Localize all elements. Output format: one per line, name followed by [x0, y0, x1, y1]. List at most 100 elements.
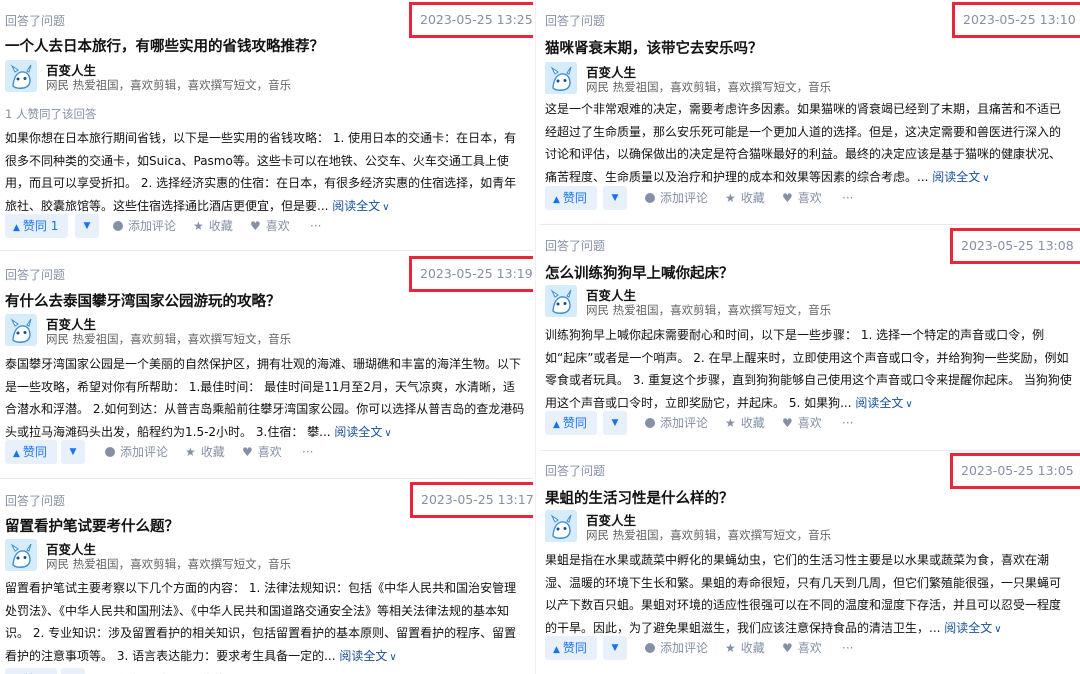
right-feed-column: 回答了问题 2023-05-25 13:10 猫咪肾衰末期，该带它去安乐吗？ 百…: [540, 0, 1080, 674]
avatar[interactable]: [5, 60, 37, 92]
more-options-button[interactable]: ···: [842, 186, 853, 210]
answer-excerpt[interactable]: 果蛆是指在水果或蔬菜中孵化的果蝇幼虫，它们的生活习性主要是以水果或蔬菜为食，喜欢…: [545, 549, 1072, 641]
answer-excerpt[interactable]: 泰国攀牙湾国家公园是一个美丽的自然保护区，拥有壮观的海滩、珊瑚礁和丰富的海洋生物…: [5, 353, 525, 445]
star-icon: ★: [185, 445, 196, 459]
heart-icon: ♥: [782, 191, 793, 205]
card-divider: [0, 250, 533, 251]
question-title[interactable]: 怎么训练狗狗早上喊你起床？: [545, 262, 1072, 283]
answered-label: 回答了问题: [5, 14, 66, 28]
downvote-button[interactable]: ▼: [61, 668, 85, 674]
answer-card: 回答了问题 2023-05-25 13:17 留置看护笔试要考什么题？ 百变人生…: [0, 482, 533, 674]
collect-label: 收藏: [740, 191, 765, 205]
author-info: 百变人生 网民 热爱祖国，喜欢剪辑，喜欢撰写短文，音乐: [545, 285, 1072, 319]
avatar[interactable]: [5, 539, 37, 571]
left-feed-column: 回答了问题 2023-05-25 13:25 一个人去日本旅行，有哪些实用的省钱…: [0, 0, 533, 674]
author-info: 百变人生 网民 热爱祖国，喜欢剪辑，喜欢撰写短文，音乐: [5, 60, 525, 94]
downvote-button[interactable]: ▼: [603, 636, 627, 660]
collect-button[interactable]: ★收藏: [185, 440, 225, 464]
answered-label: 回答了问题: [545, 239, 606, 253]
comment-icon: [645, 193, 655, 203]
more-options-button[interactable]: ···: [302, 440, 313, 464]
downvote-button[interactable]: ▼: [603, 411, 627, 435]
comment-button[interactable]: 添加评论: [113, 214, 176, 238]
more-options-button[interactable]: ···: [842, 411, 853, 435]
question-title[interactable]: 一个人去日本旅行，有哪些实用的省钱攻略推荐？: [5, 35, 525, 56]
upvote-button[interactable]: ▲赞同: [5, 440, 57, 464]
answer-excerpt[interactable]: 这是一个非常艰难的决定，需要考虑许多因素。如果猫咪的肾衰竭已经到了末期，且痛苦和…: [545, 98, 1072, 188]
question-title[interactable]: 留置看护笔试要考什么题？: [5, 515, 525, 536]
read-more-link[interactable]: 阅读全文 ∨: [332, 199, 389, 213]
comment-button[interactable]: 添加评论: [645, 186, 708, 210]
comment-button[interactable]: 添加评论: [105, 440, 168, 464]
comment-icon: [113, 221, 123, 231]
like-button[interactable]: ♥ 喜欢: [250, 214, 290, 238]
read-more-label: 阅读全文: [332, 198, 381, 213]
timestamp: 2023-05-25 13:10: [952, 2, 1080, 38]
read-more-link[interactable]: 阅读全文 ∨: [932, 170, 989, 184]
comment-button[interactable]: 添加评论: [645, 636, 708, 660]
downvote-triangle-icon: ▼: [83, 221, 91, 231]
excerpt-text: 如果你想在日本旅行期间省钱，以下是一些实用的省钱攻略： 1. 使用日本的交通卡：…: [5, 131, 517, 213]
chevron-down-icon: ∨: [982, 172, 990, 184]
answered-label: 回答了问题: [5, 268, 66, 282]
downvote-button[interactable]: ▼: [61, 440, 85, 464]
action-bar: ▲ 赞同 1 ▼ 添加评论 ★ 收藏 ♥ 喜欢 ···: [5, 214, 525, 238]
author-info: 百变人生 网民 热爱祖国，喜欢剪辑，喜欢撰写短文，音乐: [545, 62, 1072, 96]
avatar[interactable]: [5, 314, 37, 346]
timestamp: 2023-05-25 13:17: [410, 482, 533, 518]
upvote-button[interactable]: ▲赞同: [5, 668, 57, 674]
answer-excerpt[interactable]: 如果你想在日本旅行期间省钱，以下是一些实用的省钱攻略： 1. 使用日本的交通卡：…: [5, 127, 525, 219]
question-title[interactable]: 有什么去泰国攀牙湾国家公园游玩的攻略？: [5, 290, 525, 311]
collect-button[interactable]: ★收藏: [725, 186, 765, 210]
read-more-label: 阅读全文: [932, 169, 981, 184]
like-button[interactable]: ♥ 喜欢: [242, 440, 282, 464]
read-more-link[interactable]: 阅读全文 ∨: [855, 396, 912, 410]
question-title[interactable]: 果蛆的生活习性是什么样的？: [545, 487, 1072, 508]
avatar[interactable]: [545, 285, 577, 317]
comment-button[interactable]: 添加评论: [645, 411, 708, 435]
upvote-button[interactable]: ▲赞同: [545, 411, 597, 435]
answer-excerpt[interactable]: 训练狗狗早上喊你起床需要耐心和时间，以下是一些步骤： 1. 选择一个特定的声音或…: [545, 324, 1072, 416]
downvote-button[interactable]: ▼: [75, 214, 99, 238]
like-button[interactable]: ♥ 喜欢: [782, 186, 822, 210]
collect-button[interactable]: ★收藏: [193, 214, 233, 238]
like-button[interactable]: ♥ 喜欢: [782, 411, 822, 435]
star-icon: ★: [725, 416, 736, 430]
upvote-triangle-icon: ▲: [13, 223, 20, 233]
card-divider: [540, 224, 1080, 225]
upvote-label: 赞同: [562, 641, 587, 655]
answer-excerpt[interactable]: 留置看护笔试主要考察以下几个方面的内容： 1. 法律法规知识：包括《中华人民共和…: [5, 577, 525, 667]
more-options-icon: ···: [842, 191, 854, 205]
like-button[interactable]: ♥ 喜欢: [782, 636, 822, 660]
star-icon: ★: [193, 219, 204, 233]
upvote-button[interactable]: ▲ 赞同 1: [5, 214, 69, 238]
answer-card: 回答了问题 2023-05-25 13:25 一个人去日本旅行，有哪些实用的省钱…: [0, 0, 533, 246]
answer-card: 回答了问题 2023-05-25 13:08 怎么训练狗狗早上喊你起床？ 百变人…: [540, 228, 1080, 448]
like-label: 喜欢: [797, 416, 822, 430]
read-more-label: 阅读全文: [334, 424, 383, 439]
avatar[interactable]: [545, 510, 577, 542]
upvote-button[interactable]: ▲赞同: [545, 186, 597, 210]
downvote-button[interactable]: ▼: [603, 186, 627, 210]
comment-button[interactable]: 添加评论: [105, 668, 168, 674]
answered-label: 回答了问题: [545, 464, 606, 478]
chevron-down-icon: ∨: [389, 651, 397, 663]
read-more-link[interactable]: 阅读全文 ∨: [339, 649, 396, 663]
question-title[interactable]: 猫咪肾衰末期，该带它去安乐吗？: [545, 37, 1072, 58]
more-options-button[interactable]: ···: [842, 636, 853, 660]
collect-button[interactable]: ★收藏: [725, 411, 765, 435]
upvote-button[interactable]: ▲赞同: [545, 636, 597, 660]
collect-button[interactable]: ★收藏: [185, 668, 225, 674]
collect-button[interactable]: ★收藏: [725, 636, 765, 660]
like-label: 喜欢: [797, 191, 822, 205]
read-more-link[interactable]: 阅读全文 ∨: [944, 621, 1001, 635]
comment-label: 添加评论: [660, 191, 709, 205]
author-info: 百变人生 网民 热爱祖国，喜欢剪辑，喜欢撰写短文，音乐: [545, 510, 1072, 544]
avatar[interactable]: [545, 62, 577, 94]
heart-icon: ♥: [782, 641, 793, 655]
more-options-button[interactable]: ···: [310, 214, 321, 238]
author-info: 百变人生 网民 热爱祖国，喜欢剪辑，喜欢撰写短文，音乐: [5, 314, 525, 348]
excerpt-text: 泰国攀牙湾国家公园是一个美丽的自然保护区，拥有壮观的海滩、珊瑚礁和丰富的海洋生物…: [5, 357, 525, 439]
author-bio: 网民 热爱祖国，喜欢剪辑，喜欢撰写短文，音乐: [586, 303, 832, 317]
read-more-link[interactable]: 阅读全文 ∨: [334, 425, 391, 439]
